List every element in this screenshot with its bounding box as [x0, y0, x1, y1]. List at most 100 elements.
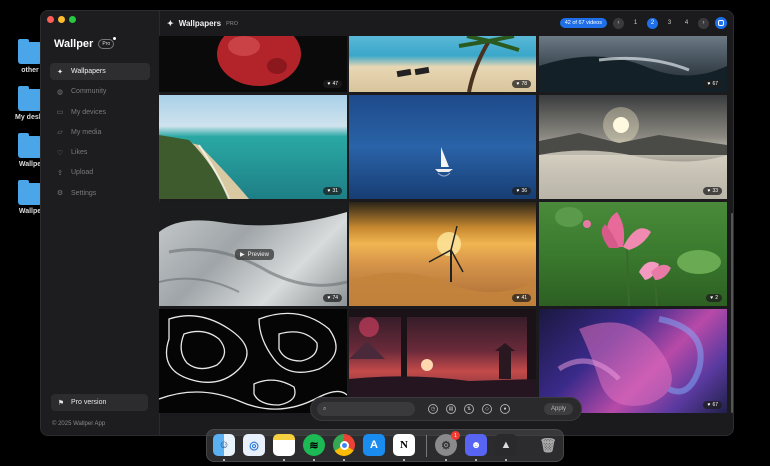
page-button-2[interactable]: 2: [647, 17, 658, 29]
running-indicator: [505, 459, 507, 461]
sparkle-icon: ✦: [57, 68, 63, 76]
chrome-icon[interactable]: [333, 434, 355, 456]
sidebar-item-label: My media: [71, 128, 102, 136]
desktop-folder-label: Wallpe: [18, 161, 42, 168]
clock-icon[interactable]: ◷: [428, 404, 438, 414]
sidebar-item-likes[interactable]: ♡ Likes: [50, 144, 150, 161]
likes-badge: ♥ 74: [323, 294, 342, 302]
sidebar-item-label: Upload: [71, 169, 94, 177]
app-window: Wallper Pro ✦ Wallpapers ◍ Community ▭ M…: [40, 10, 734, 436]
pro-version-button[interactable]: ⚑ Pro version: [51, 394, 148, 411]
sparkle-icon: ✦: [167, 19, 174, 28]
sidebar-item-wallpapers[interactable]: ✦ Wallpapers: [50, 63, 150, 80]
folder-icon: [18, 86, 42, 111]
sort-icon[interactable]: ⇅: [464, 404, 474, 414]
folder-icon: [18, 39, 42, 64]
zoom-button[interactable]: [69, 16, 76, 23]
lotus-flowers-image: [555, 207, 721, 306]
sidebar-item-settings[interactable]: ⚙ Settings: [50, 185, 150, 202]
play-icon: ▶: [240, 252, 245, 258]
safari-icon[interactable]: ◎: [243, 434, 265, 456]
trash-icon[interactable]: 🗑: [537, 434, 559, 456]
page-title-text: Wallpapers: [178, 19, 222, 28]
wallpaper-tile[interactable]: ♥ 67: [539, 36, 727, 92]
running-indicator: [445, 459, 447, 461]
likes-badge: ♥ 2: [706, 294, 722, 302]
apply-button[interactable]: Apply: [544, 403, 574, 415]
running-indicator: [313, 459, 315, 461]
sidebar-item-my-devices[interactable]: ▭ My devices: [50, 104, 150, 121]
sailboat-sea-image: [435, 147, 453, 177]
minimize-button[interactable]: [58, 16, 65, 23]
heart-icon: ♥: [707, 402, 711, 408]
pro-tag: PRO: [226, 20, 239, 27]
wallpaper-tile[interactable]: ♥ 36: [349, 95, 536, 199]
running-indicator: [343, 459, 345, 461]
grid-scrollbar[interactable]: [731, 213, 733, 413]
user-icon[interactable]: ●: [500, 404, 510, 414]
page-button-3[interactable]: 3: [664, 18, 675, 29]
close-button[interactable]: [47, 16, 54, 23]
sidebar-nav: ✦ Wallpapers ◍ Community ▭ My devices ▱ …: [50, 63, 150, 205]
heart-icon: ♥: [327, 295, 331, 301]
wallpaper-tile[interactable]: ♥ 78: [349, 36, 536, 92]
running-indicator: [223, 459, 225, 461]
window-controls: [47, 16, 76, 23]
red-fruit-image: [217, 36, 301, 86]
finder-icon[interactable]: ☺: [213, 434, 235, 456]
category-icon[interactable]: ▤: [446, 404, 456, 414]
likes-badge: ♥ 67: [703, 401, 722, 409]
running-indicator: [475, 459, 477, 461]
search-icon: ⌕: [323, 405, 327, 412]
preview-button[interactable]: ▶ Preview: [235, 249, 274, 260]
dock-separator: [426, 435, 427, 457]
wallper-icon[interactable]: ▲: [495, 434, 517, 456]
likes-badge: ♥ 47: [323, 80, 342, 88]
pro-version-label: Pro version: [71, 399, 107, 406]
wind-turbine-image: [349, 225, 536, 306]
sunrise-clouds-image: [539, 107, 727, 199]
running-indicator: [403, 459, 405, 461]
sidebar-item-my-media[interactable]: ▱ My media: [50, 124, 150, 141]
pagination: 42 of 67 videos ‹ 1 2 3 4 ›: [559, 17, 727, 29]
wallpaper-tile[interactable]: ♥ 31: [159, 95, 347, 199]
tag-icon[interactable]: ◇: [482, 404, 492, 414]
wallpaper-tile[interactable]: ♥ 47: [159, 36, 347, 92]
discord-icon[interactable]: ☻: [465, 434, 487, 456]
page-button-1[interactable]: 1: [630, 18, 641, 29]
next-page-button[interactable]: ›: [698, 17, 709, 29]
likes-badge: ♥ 67: [703, 80, 722, 88]
monitor-icon: ▭: [56, 109, 64, 117]
wallpaper-tile[interactable]: ♥ 33: [539, 95, 727, 199]
gear-icon: ⚙: [56, 190, 64, 198]
sidebar-item-community[interactable]: ◍ Community: [50, 83, 150, 100]
heart-icon: ♥: [516, 81, 520, 87]
wallpaper-tile[interactable]: ♥ 41: [349, 202, 536, 306]
page-title: ✦ Wallpapers PRO: [167, 19, 238, 28]
system-settings-icon[interactable]: ⚙ 1: [435, 431, 460, 456]
heart-icon: ♥: [707, 188, 711, 194]
app-store-icon[interactable]: A: [363, 434, 385, 456]
search-input[interactable]: ⌕: [317, 402, 415, 416]
likes-badge: ♥ 33: [703, 187, 722, 195]
tropical-coast-image: [159, 135, 249, 199]
heart-icon: ♥: [707, 81, 711, 87]
top-bar: ✦ Wallpapers PRO 42 of 67 videos ‹ 1 2 3…: [161, 11, 733, 36]
layout-toggle-button[interactable]: [715, 17, 727, 29]
filter-icons: ◷ ▤ ⇅ ◇ ●: [428, 404, 510, 414]
heart-icon: ♥: [327, 81, 331, 87]
notion-icon[interactable]: N: [393, 434, 415, 456]
folder-icon: [18, 180, 42, 205]
wallpaper-tile[interactable]: ▶ Preview ♥ 74: [159, 202, 347, 306]
sidebar-item-label: My devices: [71, 108, 107, 116]
prev-page-button[interactable]: ‹: [613, 17, 624, 29]
notes-icon[interactable]: [273, 434, 295, 456]
desktop-folder-label: other: [21, 67, 39, 74]
spotify-icon[interactable]: ≋: [303, 434, 325, 456]
heart-icon: ♥: [710, 295, 714, 301]
heart-icon: ♥: [327, 188, 331, 194]
sidebar: Wallper Pro ✦ Wallpapers ◍ Community ▭ M…: [41, 11, 160, 435]
page-button-4[interactable]: 4: [681, 18, 692, 29]
wallpaper-tile[interactable]: ♥ 2: [539, 202, 727, 306]
sidebar-item-upload[interactable]: ⇪ Upload: [50, 164, 150, 181]
